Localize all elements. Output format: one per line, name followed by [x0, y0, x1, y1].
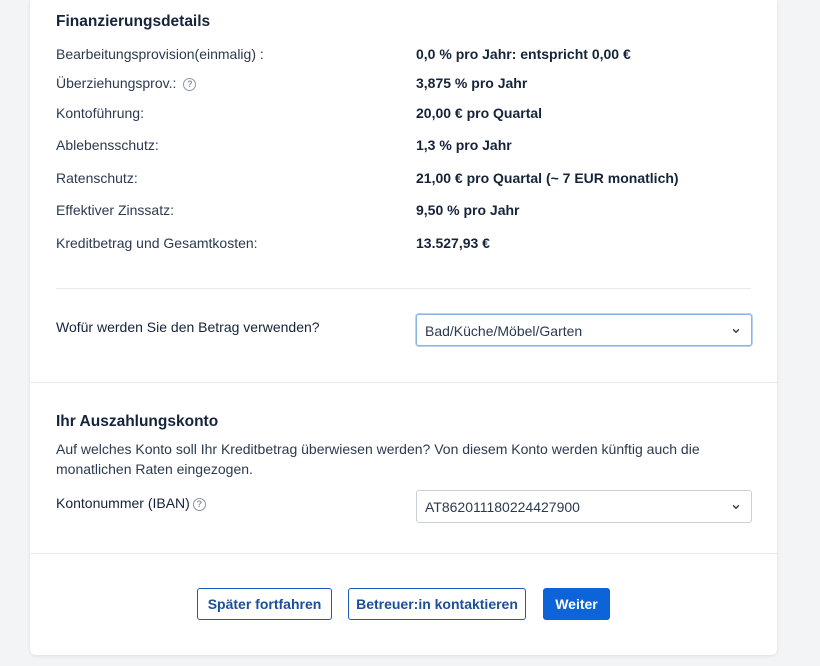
detail-label: Überziehungsprov.: ?: [56, 75, 197, 91]
section-divider: [30, 382, 777, 383]
purpose-selected-value: Bad/Küche/Möbel/Garten: [425, 323, 583, 339]
help-circle-icon[interactable]: ?: [183, 77, 197, 91]
detail-value: 21,00 € pro Quartal (~ 7 EUR monatlich): [416, 170, 679, 186]
iban-select[interactable]: AT862011180224427900: [416, 490, 752, 523]
detail-label: Ratenschutz:: [56, 170, 138, 186]
detail-label: Bearbeitungsprovision(einmalig) :: [56, 46, 264, 62]
detail-value: 0,0 % pro Jahr: entspricht 0,00 €: [416, 46, 631, 62]
application-card: Finanzierungsdetails Bearbeitungsprovisi…: [30, 0, 777, 655]
payout-description-line: monatlichen Raten eingezogen.: [56, 461, 253, 477]
detail-row-processing-fee: Bearbeitungsprovision(einmalig) : 0,0 % …: [56, 46, 756, 68]
iban-label-text: Kontonummer (IBAN): [56, 495, 190, 511]
detail-row-overdraft-fee: Überziehungsprov.: ? 3,875 % pro Jahr: [56, 75, 756, 97]
chevron-down-icon: [732, 505, 740, 509]
iban-selected-value: AT862011180224427900: [425, 499, 580, 515]
detail-value: 20,00 € pro Quartal: [416, 105, 543, 121]
purpose-label: Wofür werden Sie den Betrag verwenden?: [56, 319, 320, 335]
detail-row-rate-protection: Ratenschutz: 21,00 € pro Quartal (~ 7 EU…: [56, 170, 756, 192]
detail-row-account-fee: Kontoführung: 20,00 € pro Quartal: [56, 105, 756, 127]
detail-value: 13.527,93 €: [416, 235, 490, 251]
chevron-down-icon: [732, 329, 740, 333]
detail-label: Ablebensschutz:: [56, 137, 159, 153]
section-divider: [30, 553, 777, 554]
detail-value: 3,875 % pro Jahr: [416, 75, 528, 91]
continue-later-button[interactable]: Später fortfahren: [197, 588, 332, 620]
contact-advisor-button[interactable]: Betreuer:in kontaktieren: [348, 588, 526, 620]
detail-value: 9,50 % pro Jahr: [416, 202, 520, 218]
payout-description: Auf welches Konto soll Ihr Kreditbetrag …: [56, 439, 736, 479]
detail-value: 1,3 % pro Jahr: [416, 137, 512, 153]
payout-description-line: Auf welches Konto soll Ihr Kreditbetrag …: [56, 441, 700, 457]
detail-label: Kontoführung:: [56, 105, 144, 121]
next-button[interactable]: Weiter: [543, 588, 610, 620]
help-circle-icon[interactable]: ?: [192, 497, 206, 511]
purpose-select[interactable]: Bad/Küche/Möbel/Garten: [416, 314, 752, 346]
detail-row-effective-rate: Effektiver Zinssatz: 9,50 % pro Jahr: [56, 202, 756, 224]
financing-details-title: Finanzierungsdetails: [56, 13, 211, 30]
payout-account-title: Ihr Auszahlungskonto: [56, 413, 219, 430]
detail-label: Effektiver Zinssatz:: [56, 202, 175, 218]
iban-label: Kontonummer (IBAN) ?: [56, 495, 206, 511]
divider: [56, 288, 751, 289]
detail-label-text: Überziehungsprov.:: [56, 75, 177, 91]
detail-label: Kreditbetrag und Gesamtkosten:: [56, 235, 258, 251]
detail-row-total-cost: Kreditbetrag und Gesamtkosten: 13.527,93…: [56, 235, 756, 257]
detail-row-death-protection: Ablebensschutz: 1,3 % pro Jahr: [56, 137, 756, 159]
